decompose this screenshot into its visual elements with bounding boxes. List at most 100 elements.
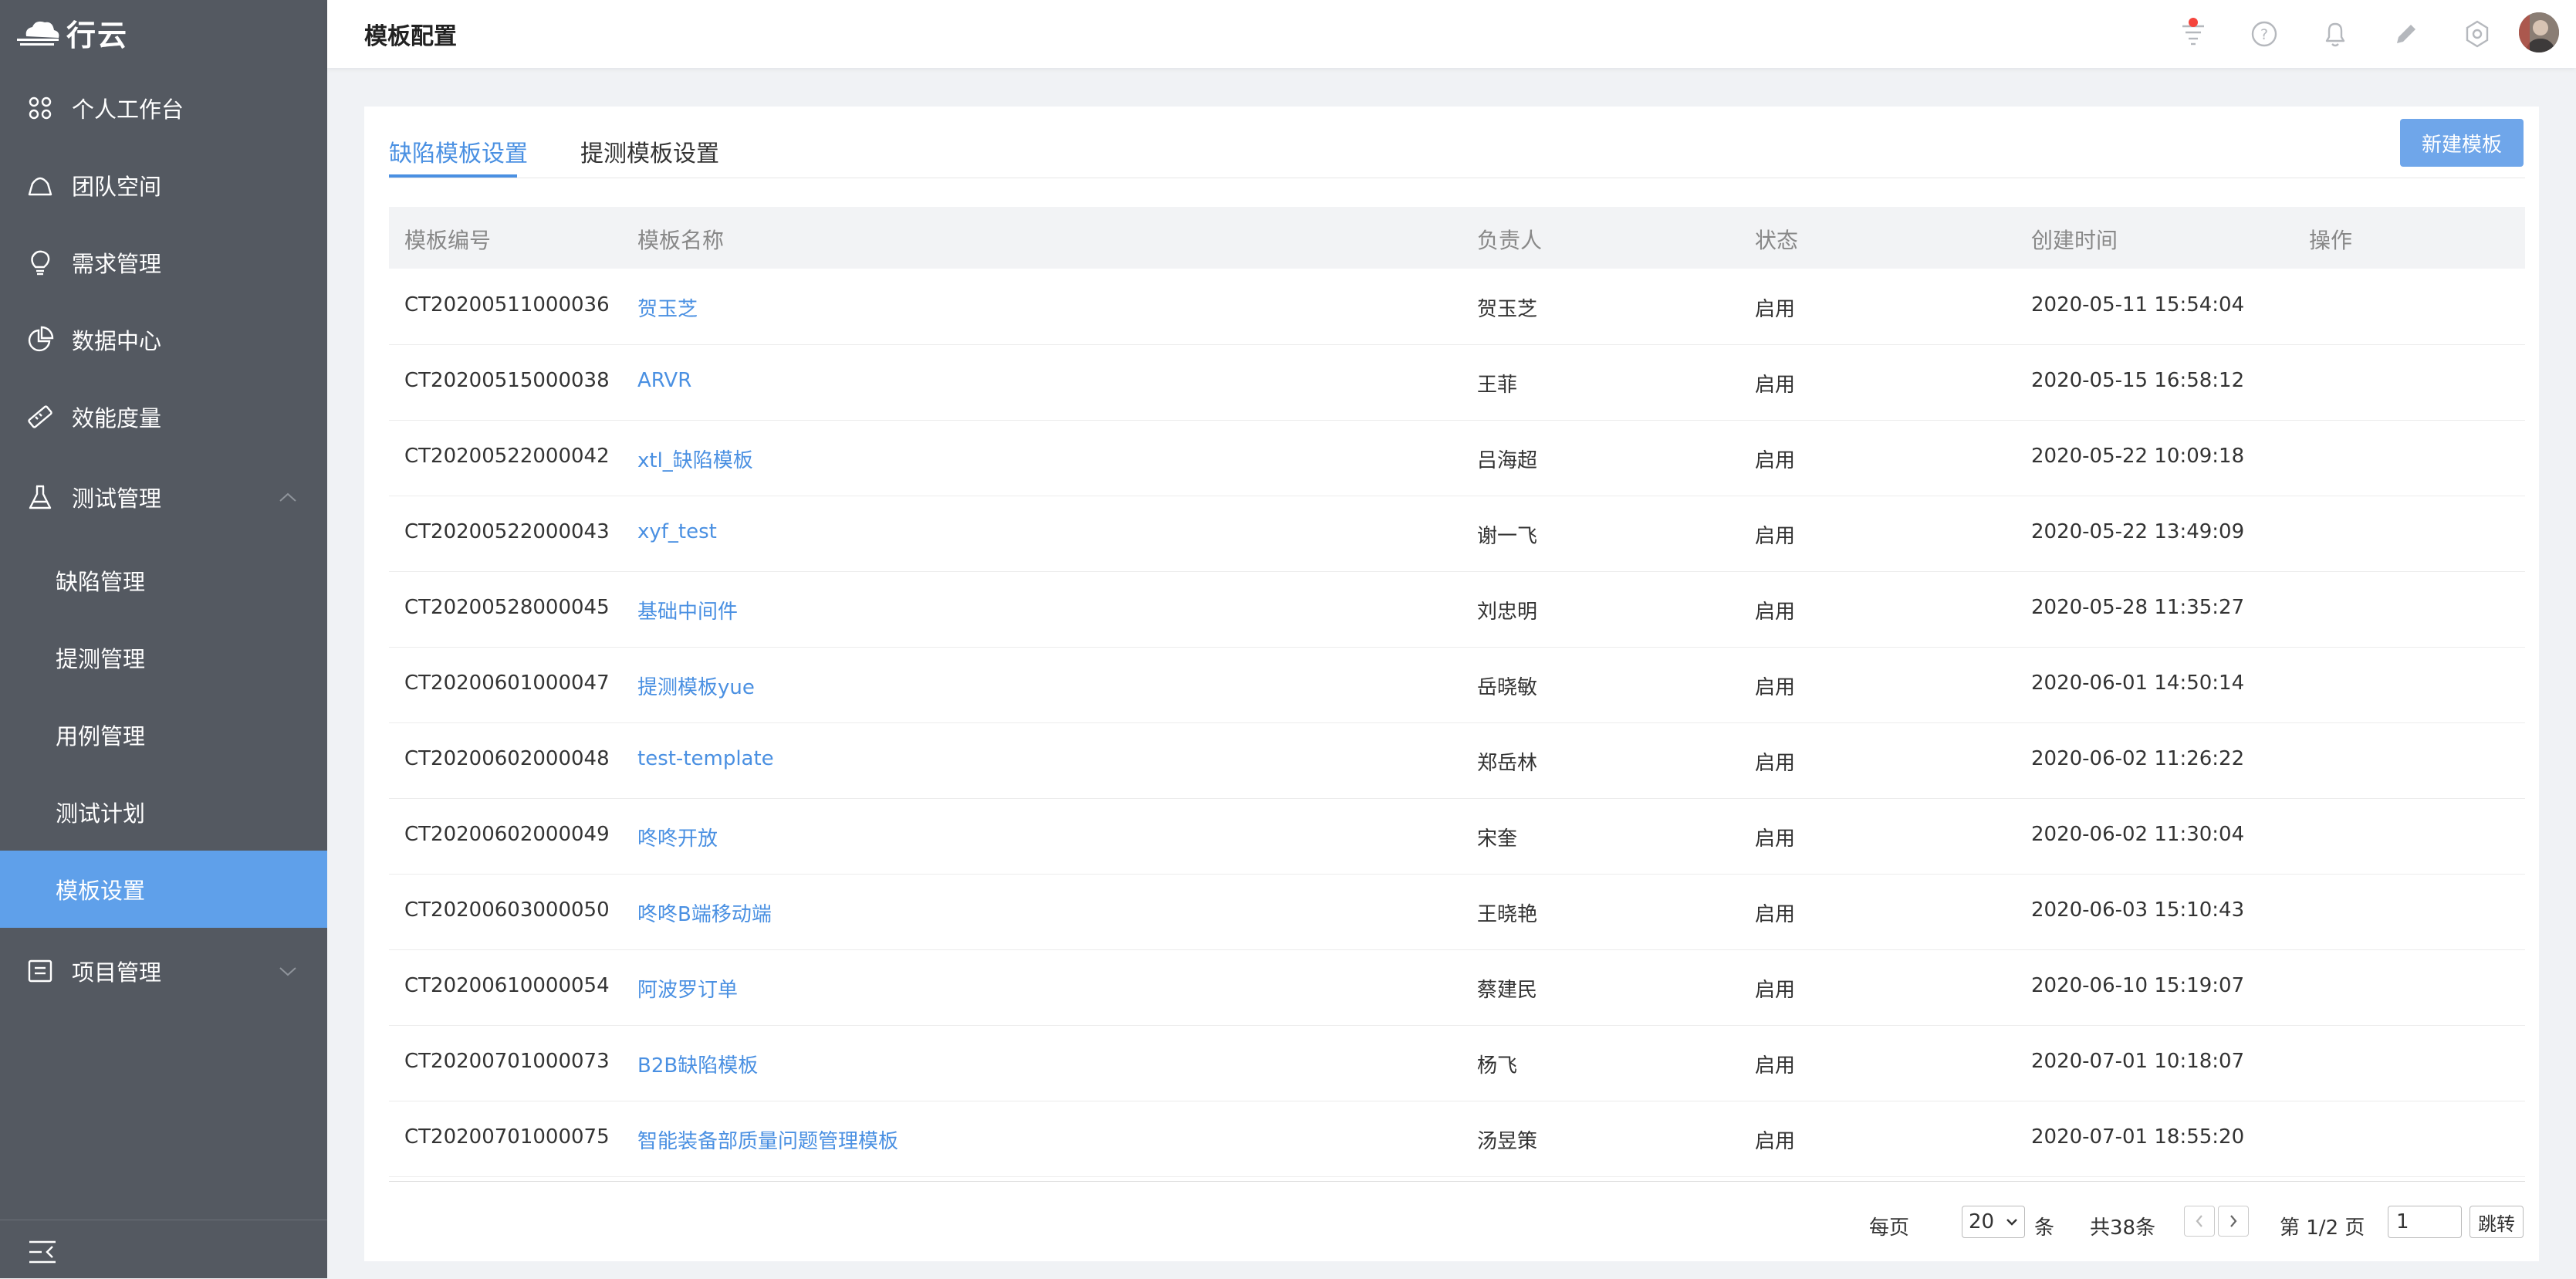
cell-template-name-link[interactable]: 咚咚B端移动端: [637, 898, 772, 927]
table-row: CT20200522000043 xyf_test 谢一飞 启用 2020-05-22 …: [389, 496, 2525, 572]
sidebar-item-workbench[interactable]: 个人工作台: [0, 69, 327, 147]
help-icon[interactable]: ?: [2249, 19, 2280, 49]
cell-template-name-link[interactable]: 提测模板yue: [637, 672, 755, 700]
cell-owner: 蔡建民: [1477, 979, 1538, 1002]
bell-icon[interactable]: [2320, 19, 2351, 49]
column-header-actions: 操作: [2309, 228, 2353, 253]
table-row: CT20200610000054 阿波罗订单 蔡建民 启用 2020-06-10 15:…: [389, 949, 2525, 1026]
sidebar-item-requirements[interactable]: 需求管理: [0, 224, 327, 301]
table-row: CT20200701000075 智能装备部质量问题管理模板 汤昱策 启用 2020-0…: [389, 1101, 2525, 1177]
cell-template-name-link[interactable]: test-template: [637, 747, 774, 770]
lightbulb-icon: [31, 250, 50, 276]
column-header-name: 模板名称: [637, 228, 725, 253]
collapse-menu-icon[interactable]: [28, 1239, 57, 1265]
user-avatar-icon: [2519, 12, 2559, 52]
chevron-left-icon: [2196, 1215, 2202, 1227]
list-icon: [28, 959, 52, 983]
table-row: CT20200515000038 ARVR 王菲 启用 2020-05-15 16:58…: [389, 344, 2525, 421]
sidebar-item-label: 项目管理: [72, 959, 162, 986]
cell-status: 启用: [1755, 1054, 1796, 1078]
cell-owner: 杨飞: [1477, 1054, 1518, 1078]
table-row: CT20200701000073 B2B缺陷模板 杨飞 启用 2020-07-01 10…: [389, 1025, 2525, 1101]
cell-template-name-link[interactable]: xtl_缺陷模板: [637, 445, 753, 473]
avatar[interactable]: [2519, 12, 2559, 52]
jump-button[interactable]: 跳转: [2470, 1206, 2524, 1238]
cell-created-time: 2020-07-01 18:55:20: [2031, 1125, 2245, 1149]
sidebar-subitem-defects[interactable]: 缺陷管理: [0, 542, 327, 619]
sidebar-item-test-management[interactable]: 测试管理: [0, 458, 327, 536]
top-header: 模板配置 ?: [327, 0, 2576, 68]
column-header-owner: 负责人: [1477, 228, 1543, 253]
table-row: CT20200601000047 提测模板yue 岳晓敏 启用 2020-06-01 1…: [389, 647, 2525, 723]
cell-status: 启用: [1755, 449, 1796, 472]
cell-template-id: CT20200610000054: [404, 974, 610, 997]
cell-owner: 刘忠明: [1477, 601, 1538, 624]
cell-created-time: 2020-05-22 10:09:18: [2031, 445, 2245, 468]
tab-submission-templates[interactable]: 提测模板设置: [580, 134, 719, 168]
cell-template-id: CT20200528000045: [404, 596, 610, 619]
cell-template-id: CT20200601000047: [404, 672, 610, 695]
cell-template-name-link[interactable]: ARVR: [637, 369, 691, 392]
pen-icon[interactable]: [2391, 19, 2422, 49]
logo-text: 行云: [66, 18, 129, 52]
prev-page-button[interactable]: [2184, 1206, 2215, 1237]
cell-template-id: CT20200602000049: [404, 823, 610, 846]
cell-template-name-link[interactable]: xyf_test: [637, 520, 717, 543]
sidebar-subitem-label: 模板设置: [56, 878, 146, 904]
content-card: 缺陷模板设置 提测模板设置 新建模板 模板编号 模板名称 负责人 状态 创建时间…: [364, 107, 2539, 1261]
cloud-logo-icon: [17, 21, 59, 46]
cell-template-id: CT20200701000075: [404, 1125, 610, 1149]
tab-defect-templates[interactable]: 缺陷模板设置: [389, 134, 528, 168]
chevron-down-icon: [279, 967, 296, 976]
jump-page-input[interactable]: 1: [2388, 1206, 2462, 1238]
cell-template-name-link[interactable]: B2B缺陷模板: [637, 1050, 758, 1078]
sidebar-item-data-center[interactable]: 数据中心: [0, 301, 327, 378]
sidebar-item-team[interactable]: 团队空间: [0, 147, 327, 224]
cell-status: 启用: [1755, 601, 1796, 624]
new-template-button[interactable]: 新建模板: [2400, 119, 2524, 167]
cell-template-name-link[interactable]: 阿波罗订单: [637, 974, 738, 1003]
table-row: CT20200522000042 xtl_缺陷模板 吕海超 启用 2020-05-22 …: [389, 420, 2525, 496]
per-page-select[interactable]: 20: [1962, 1206, 2025, 1238]
cell-owner: 汤昱策: [1477, 1130, 1538, 1153]
sidebar-item-efficiency[interactable]: 效能度量: [0, 378, 327, 455]
sidebar-subitem-cases[interactable]: 用例管理: [0, 696, 327, 773]
sidebar-item-label: 效能度量: [72, 405, 162, 431]
cell-created-time: 2020-05-28 11:35:27: [2031, 596, 2245, 619]
logo[interactable]: 行云: [17, 14, 129, 52]
cell-created-time: 2020-06-03 15:10:43: [2031, 898, 2245, 922]
settings-icon[interactable]: [2462, 19, 2493, 49]
table-header: 模板编号 模板名称 负责人 状态 创建时间 操作: [389, 207, 2525, 269]
cell-template-name-link[interactable]: 贺玉芝: [637, 293, 698, 322]
grid-icon: [29, 96, 52, 120]
sidebar-subitem-templates[interactable]: 模板设置: [0, 851, 327, 928]
cell-created-time: 2020-06-01 14:50:14: [2031, 672, 2245, 695]
sidebar-item-label: 测试管理: [72, 486, 162, 512]
cell-template-id: CT20200602000048: [404, 747, 610, 770]
cell-owner: 郑岳林: [1477, 752, 1538, 775]
cell-created-time: 2020-05-22 13:49:09: [2031, 520, 2245, 543]
cell-status: 启用: [1755, 1130, 1796, 1153]
per-page-unit: 条: [2034, 1216, 2055, 1240]
page-title: 模板配置: [364, 23, 457, 50]
notification-dot: [2189, 18, 2198, 27]
cell-template-id: CT20200511000036: [404, 293, 610, 316]
sidebar-subitem-label: 缺陷管理: [56, 569, 146, 595]
ruler-icon: [28, 405, 52, 428]
cell-template-name-link[interactable]: 智能装备部质量问题管理模板: [637, 1125, 898, 1154]
jump-page-value: 1: [2396, 1210, 2409, 1233]
sidebar-item-projects[interactable]: 项目管理: [0, 932, 327, 1010]
cell-template-name-link[interactable]: 基础中间件: [637, 596, 738, 624]
cell-status: 启用: [1755, 827, 1796, 851]
per-page-label: 每页: [1869, 1216, 1910, 1240]
sidebar-item-label: 个人工作台: [72, 96, 184, 123]
sidebar-subitem-test-plan[interactable]: 测试计划: [0, 773, 327, 851]
next-page-button[interactable]: [2218, 1206, 2249, 1237]
sidebar-footer: [0, 1220, 327, 1279]
cell-template-id: CT20200522000042: [404, 445, 610, 468]
cell-template-name-link[interactable]: 咚咚开放: [637, 823, 718, 851]
cell-status: 启用: [1755, 903, 1796, 926]
sidebar-subitem-label: 测试计划: [56, 800, 146, 827]
sidebar-subitem-submissions[interactable]: 提测管理: [0, 619, 327, 696]
cell-template-id: CT20200603000050: [404, 898, 610, 922]
